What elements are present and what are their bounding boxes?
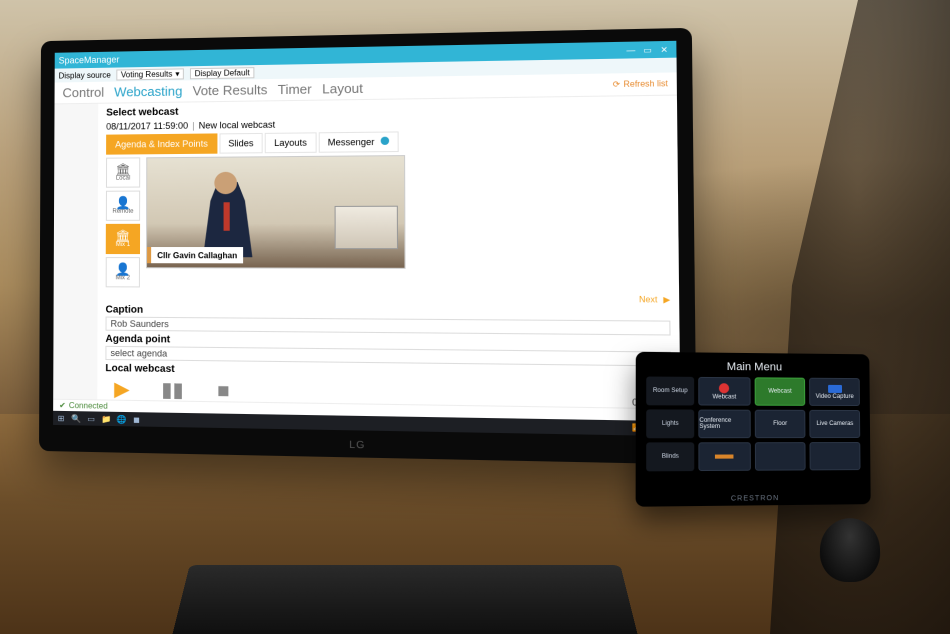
panel-slider-1[interactable] [698,442,750,471]
mouse [819,518,881,582]
monitor-frame: SpaceManager — ▭ ✕ Display source Voting… [39,28,697,465]
display-source-label: Display source [59,70,111,80]
control-panel: Main Menu Room Setup Webcast Webcast Vid… [636,352,871,507]
speaker-head [214,172,237,194]
panel-webcast-green[interactable]: Webcast [754,377,805,406]
panel-side-room-setup[interactable]: Room Setup [646,377,694,406]
refresh-button[interactable]: ⟳ Refresh list [613,79,668,89]
video-preview: Cllr Gavin Callaghan [146,155,406,269]
person-icon: 👤 [115,263,130,275]
panel-side-lights[interactable]: Lights [646,409,694,438]
chevron-down-icon: ▾ [175,69,179,78]
panel-brand: CRESTRON [731,495,779,503]
start-menu-button[interactable]: ⊞ [56,413,66,423]
browser-icon[interactable]: 🌐 [116,414,126,424]
webcast-timestamp: 08/11/2017 11:59:00 [106,121,188,132]
panel-live-cameras[interactable]: Live Cameras [810,410,861,438]
explorer-icon[interactable]: 📁 [101,414,111,424]
person-icon: 👤 [115,197,130,209]
nav-vote-results[interactable]: Vote Results [193,82,268,98]
panel-empty-3[interactable] [810,442,861,470]
check-icon: ✔ [59,401,66,410]
pause-icon: ▮▮ [161,380,183,401]
connected-status: Connected [69,401,108,411]
nav-webcasting[interactable]: Webcasting [114,83,182,99]
panel-side-blinds[interactable]: Blinds [646,442,694,471]
slider-icon [715,454,734,458]
record-icon [719,383,729,393]
source-remote[interactable]: 👤 Remote [106,191,140,221]
webcast-tabs: Agenda & Index Points Slides Layouts Mes… [106,128,669,154]
app-window: SpaceManager — ▭ ✕ Display source Voting… [53,41,681,436]
speaker-tie [224,202,230,230]
left-gutter [53,104,98,422]
stop-icon: ■ [217,381,229,402]
window-maximize-button[interactable]: ▭ [640,43,656,56]
display-source-select[interactable]: Voting Results ▾ [117,68,184,80]
webcast-title: New local webcast [199,120,276,131]
panel-floor[interactable]: Floor [754,410,805,438]
building-icon: 🏛 [115,230,130,242]
lower-third-caption: Cllr Gavin Callaghan [147,247,243,263]
source-thumbnails: 🏛 Local 👤 Remote 🏛 Mix 1 👤 [106,157,141,287]
panel-empty-2[interactable] [755,442,806,471]
source-local[interactable]: 🏛 Local [106,157,140,187]
search-icon[interactable]: 🔍 [71,413,81,423]
task-view-icon[interactable]: ▭ [86,413,96,423]
app-title: SpaceManager [59,55,120,66]
tab-slides[interactable]: Slides [219,133,263,154]
play-icon: ▶ [114,379,130,400]
building-icon: 🏛 [115,163,130,175]
source-mix2[interactable]: 👤 Mix 2 [106,257,140,287]
nav-control[interactable]: Control [62,85,104,101]
panel-title: Main Menu [646,360,859,374]
tab-layouts[interactable]: Layouts [265,132,316,153]
tab-messenger[interactable]: Messenger [318,131,398,152]
panel-conference-system[interactable]: Conference System [698,410,750,439]
messenger-badge-icon [380,137,388,145]
caption-input[interactable]: Rob Saunders [106,317,671,336]
display-default-button[interactable]: Display Default [190,67,255,79]
app-icon[interactable]: ◼ [131,414,141,424]
arrow-right-icon: ▶ [663,295,670,305]
tab-agenda-index[interactable]: Agenda & Index Points [106,133,217,154]
window-minimize-button[interactable]: — [623,44,639,57]
next-button[interactable]: Next ▶ [106,292,671,304]
window-close-button[interactable]: ✕ [656,43,672,56]
refresh-icon: ⟳ [613,80,620,90]
panel-video-capture[interactable]: Video Capture [809,378,860,406]
screen-icon [828,384,842,392]
monitor-brand: LG [349,440,365,452]
panel-webcast-red[interactable]: Webcast [698,377,750,406]
nav-timer[interactable]: Timer [278,81,312,97]
source-mix1[interactable]: 🏛 Mix 1 [106,224,140,254]
picture-in-picture [335,206,398,249]
keyboard [170,565,640,634]
nav-layout[interactable]: Layout [322,81,363,97]
